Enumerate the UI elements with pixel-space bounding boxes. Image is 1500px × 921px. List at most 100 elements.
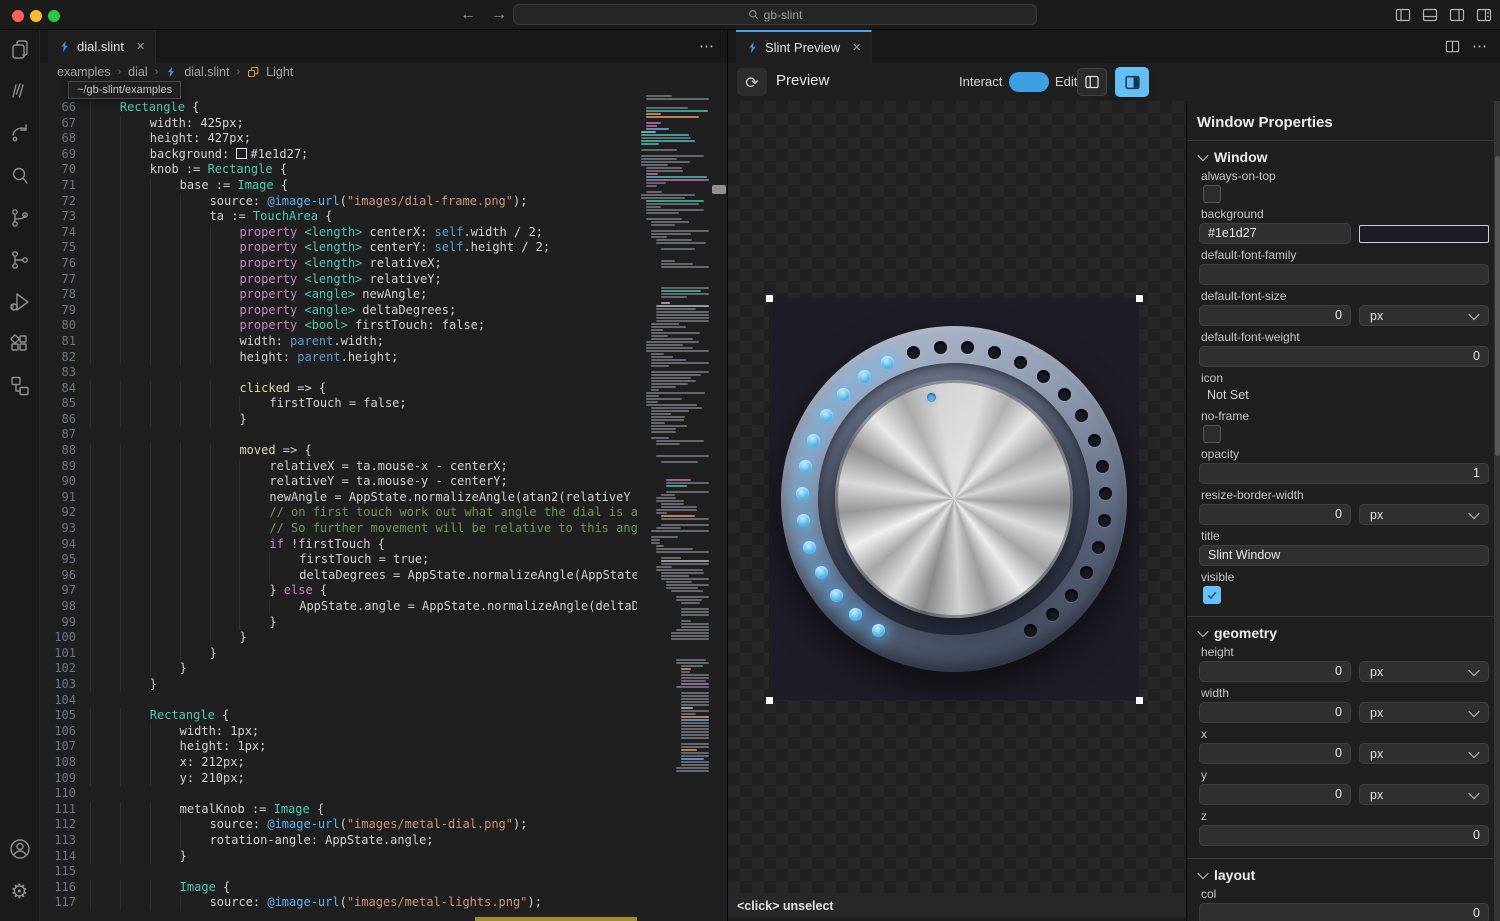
height-unit-select[interactable]: px	[1359, 661, 1489, 682]
accounts-icon[interactable]	[8, 837, 32, 861]
source-control-icon[interactable]	[8, 206, 32, 230]
default-font-family-input[interactable]	[1199, 264, 1489, 285]
code-line: 108 x: 212px;	[40, 755, 637, 771]
component-explorer-icon[interactable]	[8, 374, 32, 398]
section-header-Window[interactable]: Window	[1199, 149, 1489, 165]
close-icon[interactable]: ✕	[852, 41, 861, 54]
line-number: 73	[40, 209, 76, 225]
breadcrumb-examples[interactable]: examples	[57, 65, 111, 79]
interact-edit-toggle[interactable]	[1009, 72, 1049, 92]
toggle-panel-icon[interactable]	[1422, 7, 1438, 23]
code-line: 95 firstTouch = true;	[40, 552, 637, 568]
toggle-sidebar-right-icon[interactable]	[1449, 7, 1465, 23]
field-label-default-font-family: default-font-family	[1201, 249, 1489, 262]
line-number: 82	[40, 350, 76, 366]
show-left-panel-button[interactable]	[1077, 68, 1107, 96]
selection-handle-bottom-left[interactable]	[766, 697, 773, 704]
code-line: 110	[40, 786, 637, 802]
default-font-size-unit-select[interactable]: px	[1359, 305, 1489, 326]
selection-handle-top-left[interactable]	[766, 295, 773, 302]
code-editor[interactable]: 66 Rectangle {67 width: 425px;68 height:…	[40, 81, 727, 921]
code-text: property <length> centerY: self.height /…	[76, 240, 550, 256]
scrollbar[interactable]	[1494, 101, 1500, 921]
default-font-weight-input[interactable]: 0	[1199, 346, 1489, 367]
toggle-sidebar-left-icon[interactable]	[1395, 7, 1411, 23]
width-input[interactable]: 0	[1199, 702, 1351, 723]
selection-handle-top-right[interactable]	[1136, 295, 1143, 302]
opacity-input[interactable]: 1	[1199, 463, 1489, 484]
resize-border-width-unit-select[interactable]: px	[1359, 504, 1489, 525]
forward-icon[interactable]: →	[489, 3, 509, 27]
minimize-window-button[interactable]	[30, 10, 42, 22]
y-input[interactable]: 0	[1199, 784, 1351, 805]
source-control-graph-icon[interactable]	[8, 248, 32, 272]
no-frame-checkbox[interactable]	[1203, 425, 1221, 443]
code-line: 117 source: @image-url("images/metal-lig…	[40, 895, 637, 911]
background-input[interactable]: #1e1d27	[1199, 223, 1351, 244]
minimap[interactable]	[637, 81, 713, 921]
breadcrumb-light[interactable]: Light	[266, 65, 293, 79]
tab-dial-slint[interactable]: dial.slint ✕	[48, 30, 156, 63]
col-input[interactable]: 0	[1199, 903, 1489, 921]
code-line: 75 property <length> centerY: self.heigh…	[40, 240, 637, 256]
x-input[interactable]: 0	[1199, 743, 1351, 764]
code-text	[76, 365, 90, 381]
line-number: 79	[40, 303, 76, 319]
horizontal-scrollbar[interactable]	[475, 917, 637, 921]
refresh-button[interactable]: ⟳	[737, 68, 767, 96]
split-editor-icon[interactable]	[1445, 39, 1460, 54]
more-actions-icon[interactable]: ⋯	[699, 42, 715, 52]
selection-handle-bottom-right[interactable]	[1136, 697, 1143, 704]
customize-layout-icon[interactable]	[1476, 7, 1492, 23]
code-text: Rectangle {	[76, 100, 199, 116]
dark-dot	[907, 346, 920, 359]
tab-slint-preview[interactable]: Slint Preview ✕	[736, 30, 872, 63]
y-unit-select[interactable]: px	[1359, 784, 1489, 805]
line-number: 69	[40, 147, 76, 163]
line-number: 97	[40, 583, 76, 599]
visible-checkbox[interactable]	[1203, 586, 1221, 604]
color-swatch[interactable]	[1359, 225, 1489, 243]
code-line: 82 height: parent.height;	[40, 350, 637, 366]
always-on-top-checkbox[interactable]	[1203, 185, 1221, 203]
title-input[interactable]: Slint Window	[1199, 545, 1489, 566]
scrollbar-thumb[interactable]	[1495, 156, 1500, 456]
resize-border-width-input[interactable]: 0	[1199, 504, 1351, 525]
code-line: 111 metalKnob := Image {	[40, 802, 637, 818]
z-input[interactable]: 0	[1199, 825, 1489, 846]
height-input[interactable]: 0	[1199, 661, 1351, 682]
width-unit-select[interactable]: px	[1359, 702, 1489, 723]
more-actions-icon[interactable]: ⋯	[1472, 42, 1488, 52]
close-icon[interactable]: ✕	[136, 40, 145, 53]
remote-explorer-icon[interactable]	[8, 122, 32, 146]
section-header-layout[interactable]: layout	[1199, 867, 1489, 883]
field-label-height: height	[1201, 646, 1489, 659]
explorer-icon[interactable]	[8, 38, 32, 62]
field-label-x: x	[1201, 728, 1489, 741]
breadcrumb-dial-slint[interactable]: dial.slint	[184, 65, 229, 79]
show-right-panel-button[interactable]	[1115, 67, 1149, 97]
x-unit-select[interactable]: px	[1359, 743, 1489, 764]
code-text: } else {	[76, 583, 327, 599]
command-center-search[interactable]: gb-slint	[513, 4, 1037, 25]
code-line: 83	[40, 365, 637, 381]
back-icon[interactable]: ←	[458, 3, 478, 27]
metal-knob[interactable]	[835, 380, 1073, 618]
code-text: deltaDegrees = AppState.normalizeAngle(A…	[76, 568, 637, 584]
breadcrumb-dial[interactable]: dial	[128, 65, 147, 79]
run-and-debug-icon[interactable]	[8, 290, 32, 314]
sash-handle[interactable]	[712, 185, 726, 194]
search-icon[interactable]	[8, 164, 32, 188]
chevron-down-icon	[1468, 705, 1479, 716]
code-text: property <length> centerX: self.width / …	[76, 225, 543, 241]
extensions-icon[interactable]	[8, 332, 32, 356]
zoom-window-button[interactable]	[48, 10, 60, 22]
code-line: 84 clicked => {	[40, 381, 637, 397]
preview-canvas[interactable]	[728, 101, 1186, 893]
preview-title: Preview	[776, 72, 829, 89]
close-window-button[interactable]	[12, 10, 24, 22]
slint-icon[interactable]	[8, 80, 32, 104]
settings-icon[interactable]: ⚙	[8, 879, 32, 903]
section-header-geometry[interactable]: geometry	[1199, 625, 1489, 641]
default-font-size-input[interactable]: 0	[1199, 305, 1351, 326]
